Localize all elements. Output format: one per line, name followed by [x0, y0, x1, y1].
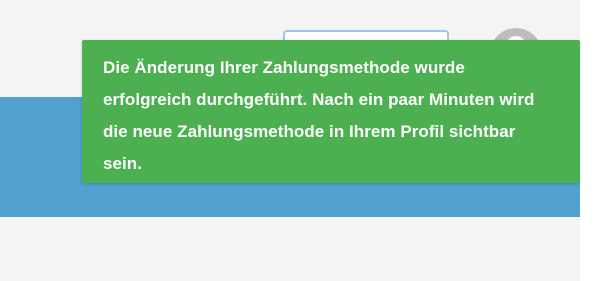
notification-message: Die Änderung Ihrer Zahlungsmethode wurde… — [103, 58, 535, 173]
success-notification: Die Änderung Ihrer Zahlungsmethode wurde… — [82, 40, 580, 183]
